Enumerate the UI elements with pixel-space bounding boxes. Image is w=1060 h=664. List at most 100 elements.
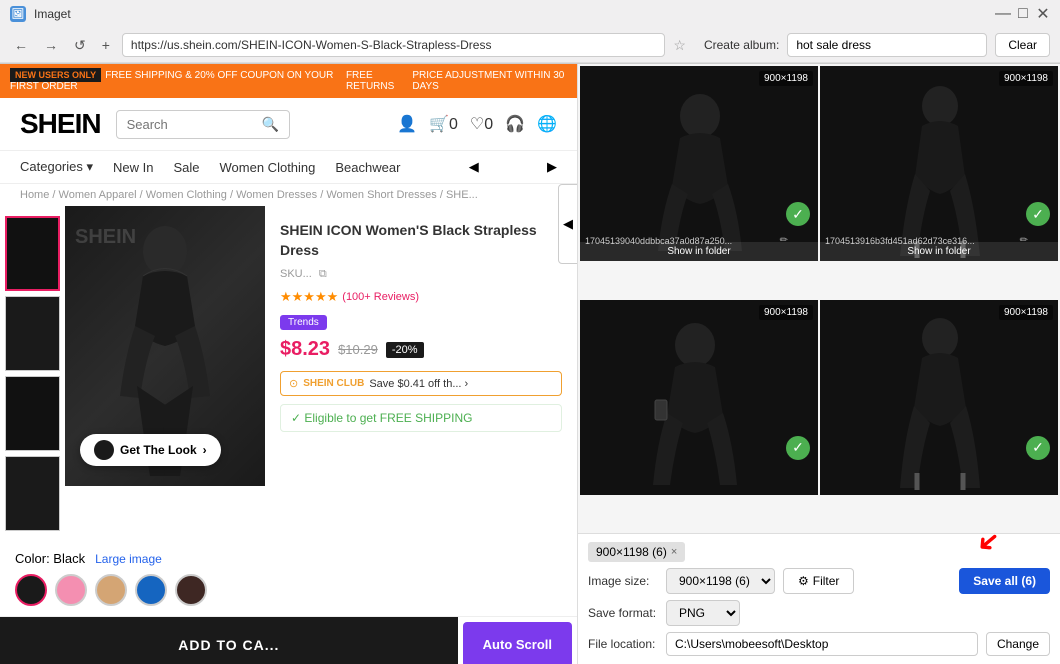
shein-logo[interactable]: SHEIN bbox=[20, 108, 101, 140]
image-svg-2 bbox=[820, 66, 1058, 261]
nav-beachwear[interactable]: Beachwear bbox=[335, 160, 400, 175]
browser-chrome: 🖼 Imaget — □ ✕ ← → ↺ + ☆ Create album: C… bbox=[0, 0, 1060, 64]
filter-button[interactable]: ⚙ Filter bbox=[783, 568, 854, 594]
check-icon-2[interactable]: ✓ bbox=[1026, 202, 1050, 226]
get-look-icon bbox=[94, 440, 114, 460]
clear-button[interactable]: Clear bbox=[995, 33, 1050, 57]
close-button[interactable]: ✕ bbox=[1036, 7, 1050, 21]
bookmark-icon[interactable]: ☆ bbox=[673, 37, 686, 54]
check-icon-4[interactable]: ✓ bbox=[1026, 436, 1050, 460]
show-in-folder-btn-2[interactable]: Show in folder bbox=[820, 242, 1058, 261]
size-tag-close[interactable]: × bbox=[671, 546, 677, 558]
nav-right-arrow[interactable]: ▶ bbox=[547, 159, 557, 175]
product-title: SHEIN ICON Women'S Black Strapless Dress bbox=[280, 221, 562, 260]
nav-women-clothing[interactable]: Women Clothing bbox=[220, 160, 316, 175]
auto-scroll-button[interactable]: Auto Scroll bbox=[463, 622, 572, 664]
image-svg-1 bbox=[580, 66, 818, 261]
get-look-label: Get The Look bbox=[120, 443, 197, 457]
bottom-controls: 900×1198 (6) × Image size: 900×1198 (6) … bbox=[578, 533, 1060, 664]
header-icons: 👤 🛒0 ♡0 🎧 🌐 bbox=[397, 114, 557, 134]
color-swatches bbox=[15, 574, 562, 606]
main-product-image: SHEIN Get T bbox=[65, 206, 265, 486]
breadcrumb-women-clothing[interactable]: Women Clothing bbox=[146, 189, 227, 201]
image-cell-4: 900×1198 ✓ bbox=[820, 300, 1058, 495]
shipping-text: ✓ Eligible to get FREE SHIPPING bbox=[291, 411, 472, 425]
promo-badge: NEW USERS ONLY bbox=[10, 68, 101, 82]
image-size-label: Image size: bbox=[588, 574, 658, 588]
format-select[interactable]: PNG JPG WEBP bbox=[666, 600, 740, 626]
album-input[interactable] bbox=[787, 33, 987, 57]
image-size-select[interactable]: 900×1198 (6) bbox=[666, 568, 775, 594]
breadcrumb-short-dresses[interactable]: Women Short Dresses bbox=[326, 189, 436, 201]
thumbnail-2[interactable] bbox=[5, 296, 60, 371]
image-dims-4: 900×1198 bbox=[999, 305, 1053, 320]
save-all-button[interactable]: Save all (6) bbox=[959, 568, 1050, 594]
product-details: SHEIN ICON Women'S Black Strapless Dress… bbox=[265, 206, 577, 541]
review-count[interactable]: (100+ Reviews) bbox=[342, 291, 419, 303]
nav-left-arrow[interactable]: ◀ bbox=[469, 159, 479, 175]
main-layout: NEW USERS ONLYFREE SHIPPING & 20% OFF CO… bbox=[0, 64, 1060, 664]
show-in-folder-btn-1[interactable]: Show in folder bbox=[580, 242, 818, 261]
headset-icon[interactable]: 🎧 bbox=[505, 114, 525, 134]
thumbnail-1[interactable] bbox=[5, 216, 60, 291]
swatch-blue[interactable] bbox=[135, 574, 167, 606]
image-dims-3: 900×1198 bbox=[759, 305, 813, 320]
breadcrumb-home[interactable]: Home bbox=[20, 189, 49, 201]
location-label: File location: bbox=[588, 637, 658, 651]
maximize-button[interactable]: □ bbox=[1016, 7, 1030, 21]
search-input[interactable] bbox=[127, 117, 257, 132]
expand-tab[interactable]: ◀ bbox=[558, 184, 578, 264]
image-cell-2: 900×1198 ✓ 1704513916b3fd451ad62d73ce316… bbox=[820, 66, 1058, 261]
price-row: $8.23 $10.29 -20% bbox=[280, 338, 562, 361]
get-look-arrow: › bbox=[203, 443, 207, 457]
large-image-link[interactable]: Large image bbox=[95, 552, 162, 566]
location-input[interactable] bbox=[666, 632, 978, 656]
wishlist-icon[interactable]: ♡0 bbox=[470, 114, 493, 134]
size-tag-label: 900×1198 (6) bbox=[596, 545, 667, 559]
breadcrumb-women-apparel[interactable]: Women Apparel bbox=[59, 189, 137, 201]
nav-categories[interactable]: Categories ▾ bbox=[20, 159, 93, 175]
nav-sale[interactable]: Sale bbox=[173, 160, 199, 175]
swatch-brown[interactable] bbox=[175, 574, 207, 606]
change-button[interactable]: Change bbox=[986, 632, 1050, 656]
cart-icon[interactable]: 🛒0 bbox=[429, 114, 458, 134]
sku-copy-icon[interactable]: ⧉ bbox=[319, 268, 327, 280]
sku-row: SKU... ⧉ bbox=[280, 268, 562, 281]
breadcrumb-women-dresses[interactable]: Women Dresses bbox=[236, 189, 317, 201]
image-cell-1: 900×1198 ✓ 17045139040ddbbca37a0d87a250.… bbox=[580, 66, 818, 261]
user-icon[interactable]: 👤 bbox=[397, 114, 417, 134]
swatch-pink[interactable] bbox=[55, 574, 87, 606]
discount-badge: -20% bbox=[386, 342, 424, 358]
shein-nav: Categories ▾ New In Sale Women Clothing … bbox=[0, 151, 577, 184]
add-to-cart-button[interactable]: ADD TO CA... bbox=[0, 617, 458, 664]
price-current: $8.23 bbox=[280, 338, 330, 361]
language-icon[interactable]: 🌐 bbox=[537, 114, 557, 134]
album-label: Create album: bbox=[704, 38, 779, 52]
forward-button[interactable]: → bbox=[40, 35, 62, 55]
club-row: ⊙ SHEIN CLUB Save $0.41 off th... › bbox=[280, 371, 562, 396]
trends-badge: Trends bbox=[280, 315, 327, 330]
image-dims-1: 900×1198 bbox=[759, 71, 813, 86]
club-text[interactable]: Save $0.41 off th... › bbox=[369, 378, 468, 390]
shipping-row: ✓ Eligible to get FREE SHIPPING bbox=[280, 404, 562, 432]
address-bar: ← → ↺ + ☆ Create album: Clear bbox=[0, 28, 1060, 63]
swatch-tan[interactable] bbox=[95, 574, 127, 606]
shein-website-panel: NEW USERS ONLYFREE SHIPPING & 20% OFF CO… bbox=[0, 64, 578, 664]
search-icon[interactable]: 🔍 bbox=[262, 116, 279, 133]
app-title: Imaget bbox=[34, 7, 988, 21]
check-icon-3[interactable]: ✓ bbox=[786, 436, 810, 460]
swatch-black[interactable] bbox=[15, 574, 47, 606]
minimize-button[interactable]: — bbox=[996, 7, 1010, 21]
nav-new-in[interactable]: New In bbox=[113, 160, 153, 175]
thumbnail-3[interactable] bbox=[5, 376, 60, 451]
address-input[interactable] bbox=[122, 33, 665, 57]
new-tab-button[interactable]: + bbox=[98, 35, 114, 55]
filter-icon: ⚙ bbox=[798, 574, 809, 588]
promo-text3: PRICE ADJUSTMENT WITHIN 30 DAYS bbox=[412, 70, 567, 92]
check-icon-1[interactable]: ✓ bbox=[786, 202, 810, 226]
breadcrumb-current: SHE... bbox=[446, 189, 478, 201]
thumbnail-4[interactable] bbox=[5, 456, 60, 531]
refresh-button[interactable]: ↺ bbox=[70, 35, 90, 56]
get-the-look-button[interactable]: Get The Look › bbox=[80, 434, 221, 466]
back-button[interactable]: ← bbox=[10, 35, 32, 55]
